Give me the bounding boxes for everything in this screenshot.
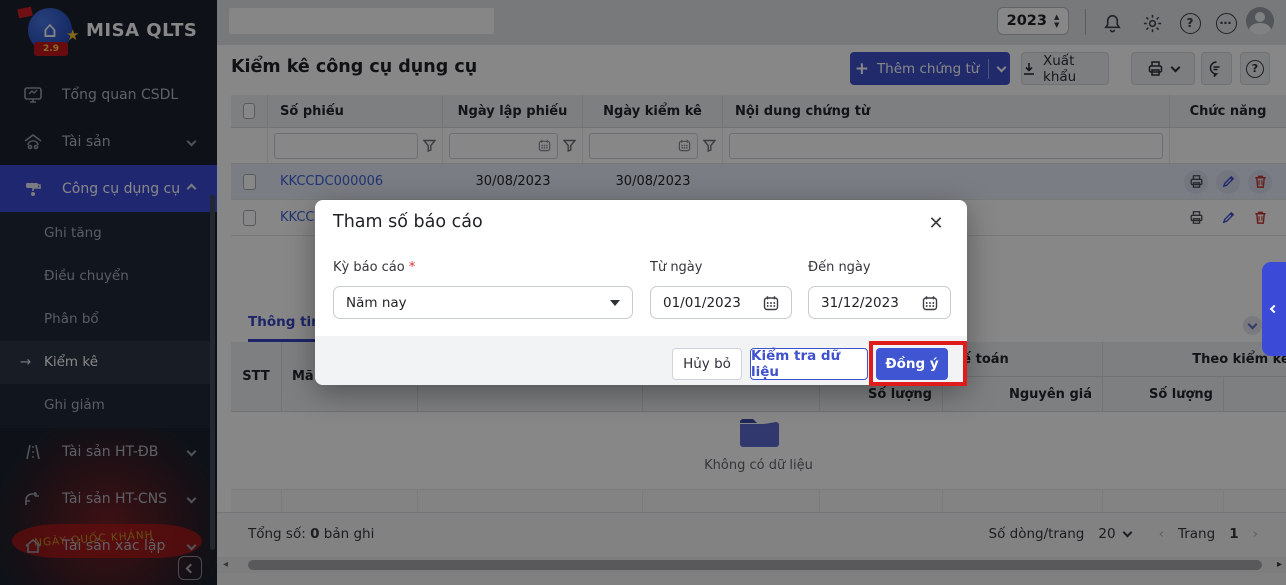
chevron-left-icon xyxy=(1270,305,1278,313)
to-date-value: 31/12/2023 xyxy=(821,295,899,311)
report-period-value: Năm nay xyxy=(346,295,407,311)
cancel-button[interactable]: Hủy bỏ xyxy=(672,348,742,380)
from-date-input[interactable]: 01/01/2023 xyxy=(650,286,792,319)
to-date-input[interactable]: 31/12/2023 xyxy=(808,286,951,319)
dialog-footer: Hủy bỏ Kiểm tra dữ liệu Đồng ý xyxy=(315,336,967,385)
calendar-icon xyxy=(922,295,938,311)
from-date-label: Từ ngày xyxy=(650,260,702,275)
required-asterisk: * xyxy=(409,260,416,275)
dropdown-caret-icon xyxy=(610,300,620,306)
close-icon[interactable]: ✕ xyxy=(923,210,949,236)
dialog-title: Tham số báo cáo xyxy=(333,212,483,232)
check-data-button[interactable]: Kiểm tra dữ liệu xyxy=(750,348,868,380)
report-period-select[interactable]: Năm nay xyxy=(333,286,633,319)
side-panel-toggle[interactable] xyxy=(1262,262,1286,356)
from-date-value: 01/01/2023 xyxy=(663,295,741,311)
period-label: Kỳ báo cáo * xyxy=(333,260,415,275)
agree-button[interactable]: Đồng ý xyxy=(876,348,948,380)
report-parameters-dialog: Tham số báo cáo ✕ Kỳ báo cáo * Từ ngày Đ… xyxy=(315,200,967,385)
app-screen: NGÀY QUỐC KHÁNH ⌂ ★ 2.9 MISA QLTS Tổng q… xyxy=(0,0,1286,585)
to-date-label: Đến ngày xyxy=(808,260,871,275)
calendar-icon xyxy=(763,295,779,311)
